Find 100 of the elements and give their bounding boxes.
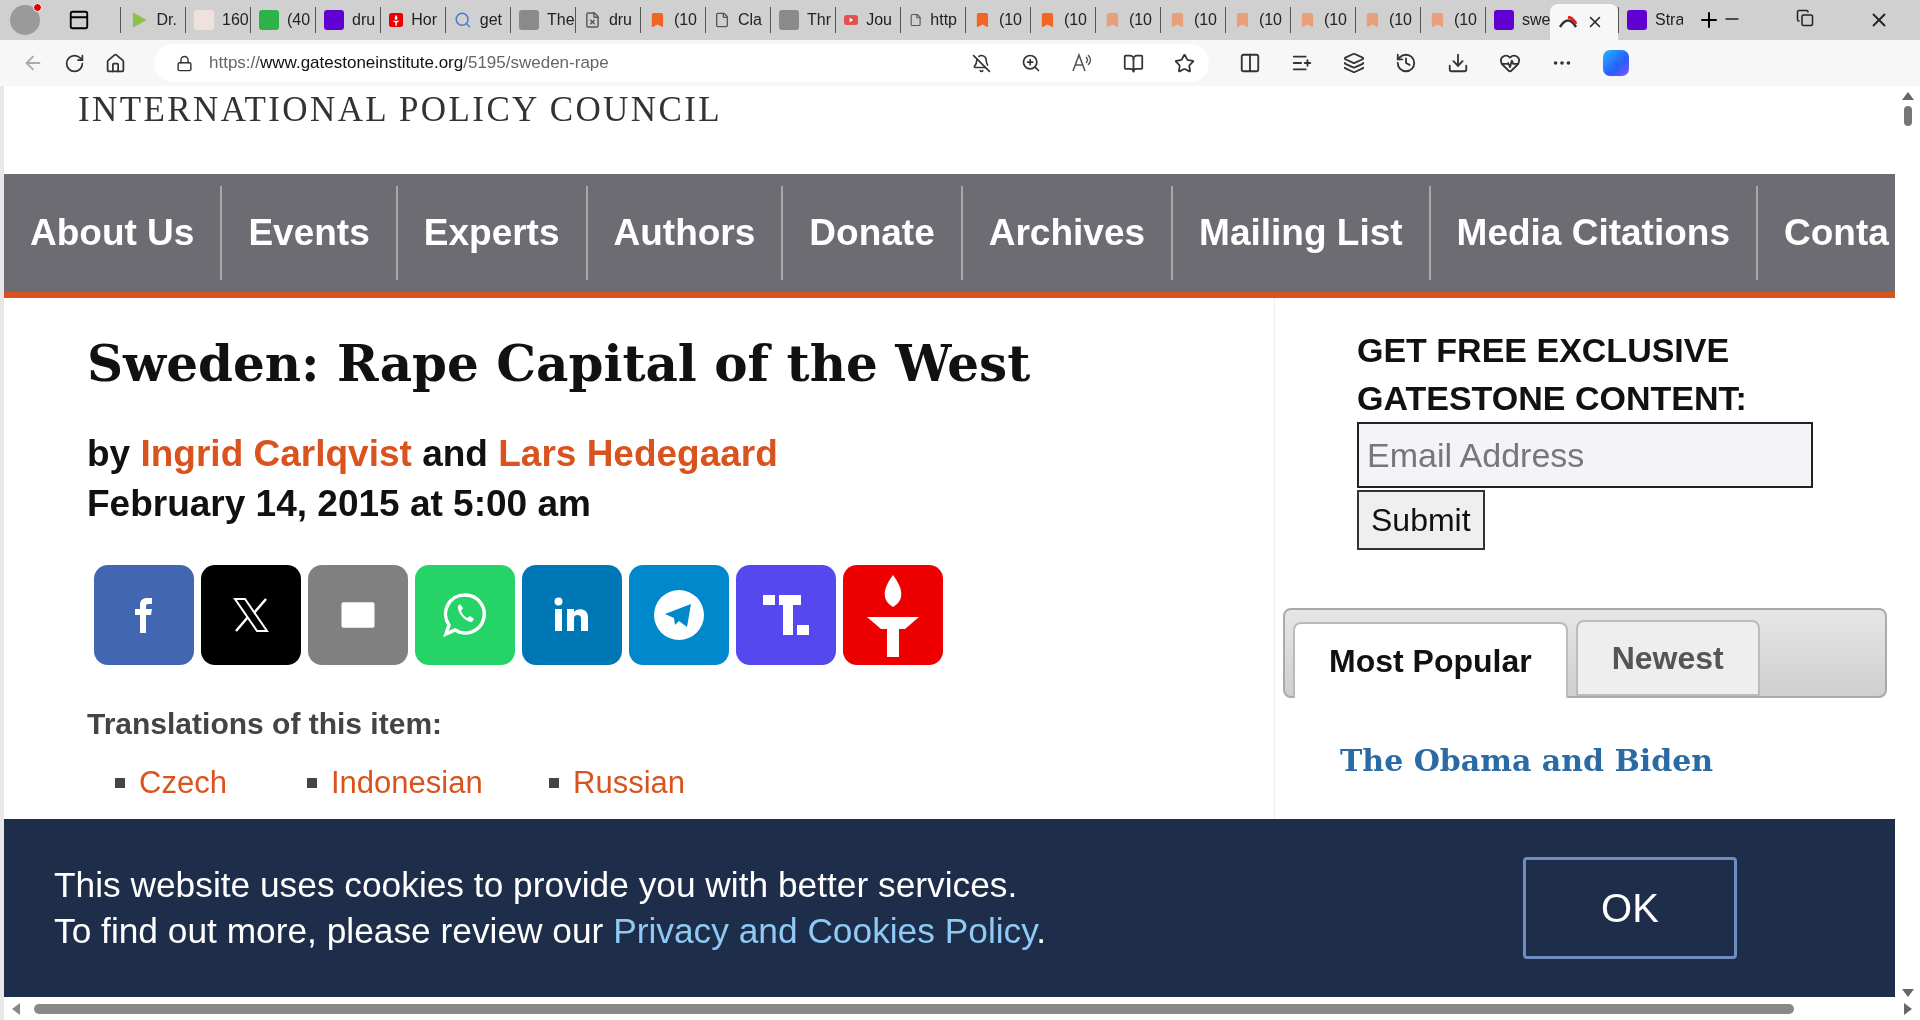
browser-tab[interactable]: (10 [1355,7,1420,33]
bookmark-icon [1234,10,1251,30]
copilot-icon[interactable] [1603,50,1629,76]
page-icon [584,10,601,30]
submit-button[interactable]: Submit [1357,490,1485,550]
bookmark-icon [1169,10,1186,30]
nav-link[interactable]: Media Citations [1430,186,1758,280]
split-screen-icon[interactable] [1239,52,1261,74]
browser-tab[interactable]: (10 [1095,7,1160,33]
whatsapp-icon [443,592,487,638]
favorite-star-icon[interactable] [1174,52,1195,74]
browser-tab[interactable]: (40 [250,7,315,33]
nav-link[interactable]: Authors [587,186,784,280]
translation-link[interactable]: Indonesian [331,764,483,801]
author-link[interactable]: Lars Hedegaard [498,433,778,474]
video-icon [844,13,859,27]
zoom-icon[interactable] [1021,53,1041,73]
torch-icon [389,10,404,30]
bullet-icon [307,777,317,788]
truth-social-icon [763,595,809,635]
restore-icon[interactable] [1796,9,1814,27]
tile-icon [1627,10,1647,30]
nav-link[interactable]: Archives [962,186,1174,280]
browser-tab[interactable]: (10 [1290,7,1355,33]
download-icon[interactable] [1447,52,1469,74]
sidebar-tab[interactable]: Newest [1575,620,1760,696]
browser-tab[interactable]: Jou [835,7,900,33]
history-icon[interactable] [1395,52,1417,74]
nav-link[interactable]: Events [222,186,398,280]
story-link[interactable]: The Obama and Biden [1340,736,1880,785]
tile-icon [259,10,279,30]
browser-tab[interactable]: dru [575,7,640,33]
bookmark-icon [649,10,666,30]
read-aloud-icon[interactable] [1071,53,1093,73]
bookmark-icon [1039,10,1056,30]
address-bar[interactable]: https://www.gatestoneinstitute.org/5195/sweden-rape [154,44,1209,82]
signup-heading: GET FREE EXCLUSIVE [1357,330,1731,371]
bell-off-icon[interactable] [972,53,991,73]
share-button[interactable] [201,565,301,665]
reload-icon[interactable] [64,52,85,74]
browser-tab[interactable]: swe [1485,7,1550,33]
x-logo-icon [233,597,269,633]
browser-tab[interactable]: Hor [380,7,445,33]
article-date: February 14, 2015 at 5:00 am [87,483,592,525]
tile-icon [1494,10,1514,30]
browser-tab[interactable]: (10 [1225,7,1290,33]
email-field[interactable]: Email Address [1357,422,1813,488]
browser-tab[interactable]: Dr. [120,7,185,33]
bookmark-icon [1104,10,1121,30]
nav-link[interactable]: Mailing List [1173,186,1431,280]
nav-link[interactable]: About Us [4,186,223,280]
health-icon[interactable] [1499,52,1521,74]
byline: by Ingrid Carlqvist and Lars Hedegaard [87,433,779,475]
telegram-icon [654,590,704,640]
profile-avatar[interactable] [10,5,40,35]
translations-heading: Translations of this item: [87,707,444,741]
browser-tab[interactable]: (10 [1160,7,1225,33]
browser-tab[interactable]: (10 [965,7,1030,33]
article-title: Sweden: Rape Capital of the West [87,334,1032,393]
tile-icon [324,10,344,30]
tab-actions-icon[interactable] [68,9,90,31]
browser-tab[interactable]: The [510,7,575,33]
torch-icon [865,573,921,657]
collections-icon[interactable] [1343,52,1365,74]
policy-link[interactable]: Privacy and Cookies Policy [613,911,1037,950]
arc-icon [1558,16,1578,28]
translation-link[interactable]: Czech [139,764,227,801]
browser-tab[interactable]: Cla [705,7,770,33]
browser-tab[interactable]: (10 [1030,7,1095,33]
signup-heading: GATESTONE CONTENT: [1357,378,1748,419]
browser-tab[interactable]: dru [315,7,380,33]
author-link[interactable]: Ingrid Carlqvist [140,433,412,474]
ok-button[interactable]: OK [1523,857,1737,959]
browser-tab[interactable]: (10 [1420,7,1485,33]
reader-icon[interactable] [1123,52,1144,74]
translation-link[interactable]: Russian [573,764,685,801]
sidebar-tab[interactable]: Most Popular [1293,622,1568,698]
browser-tab[interactable]: Thr [770,7,835,33]
nav-link[interactable]: Experts [397,186,588,280]
nav-link[interactable]: Conta [1758,186,1895,280]
browser-tab[interactable] [1550,4,1618,40]
browser-tab[interactable]: get [445,7,510,33]
bookmark-icon [974,10,991,30]
share-button[interactable] [736,565,836,665]
facebook-icon [134,597,154,633]
site-title[interactable]: INTERNATIONAL POLICY COUNCIL [4,86,1895,174]
tile-icon [779,10,799,30]
horizontal-scrollbar[interactable] [4,997,1920,1020]
browser-tab[interactable]: 160 [185,7,250,33]
nav-link[interactable]: Donate [783,186,963,280]
browser-tab[interactable]: (10 [640,7,705,33]
home-icon[interactable] [105,52,126,74]
cookie-notice: This website uses cookies to provide you with better services. To find out more, please review our Privacy and Cookies Policy. [53,864,1048,952]
bookmark-icon [1429,10,1446,30]
browser-tab[interactable]: http [900,7,965,33]
bookmark-icon [1299,10,1316,30]
search-icon [454,11,472,29]
bullet-icon [115,777,125,788]
linkedin-icon [554,597,590,633]
lock-icon[interactable] [176,54,193,72]
